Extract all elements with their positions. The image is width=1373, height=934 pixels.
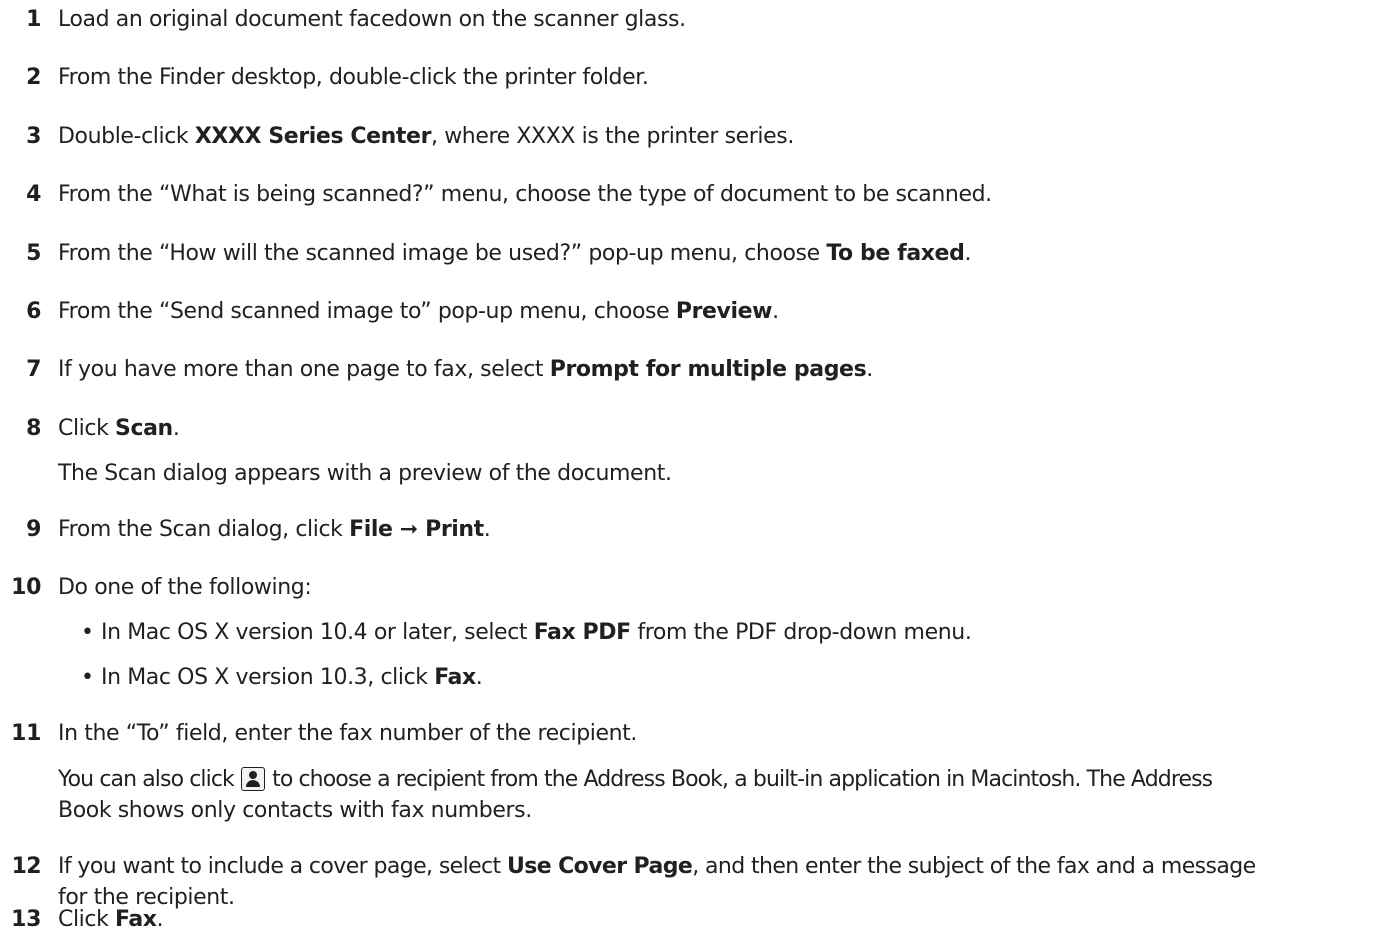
step-number: 9 (26, 517, 41, 542)
step-text: If you want to include a cover page, sel… (58, 853, 1256, 881)
step-text-pre: If you have more than one page to fax, s… (58, 357, 550, 382)
step-text: Load an original document facedown on th… (58, 7, 686, 32)
step-text: Double-click XXXX Series Center, where X… (58, 123, 794, 151)
bullet-text-bold: Fax PDF (533, 620, 631, 645)
step-text-bold: Prompt for multiple pages (549, 357, 867, 382)
step-number: 5 (26, 241, 41, 266)
step-text-post: , where XXXX is the printer series. (431, 124, 794, 149)
step-text-pre: Double-click (58, 124, 195, 149)
step-text: From the “How will the scanned image be … (58, 240, 971, 268)
step-text-post: . (964, 241, 972, 266)
step-number: 2 (26, 65, 41, 90)
step-text-pre: From the “Send scanned image to” pop-up … (58, 299, 676, 324)
step-text: From the Finder desktop, double-click th… (58, 65, 649, 90)
step-text-pre: From the Scan dialog, click (58, 517, 350, 542)
step-number: 1 (26, 7, 41, 32)
step-8-note: The Scan dialog appears with a preview o… (58, 461, 672, 486)
bullet-text-pre: In Mac OS X version 10.4 or later, selec… (101, 620, 534, 645)
bullet-text-post: from the PDF drop-down menu. (630, 620, 972, 645)
step-text-post: , and then enter the subject of the fax … (692, 854, 1256, 879)
step-text-bold: Use Cover Page (506, 854, 693, 879)
bullet-dot: • (81, 665, 94, 690)
step-text-post: . (772, 299, 779, 324)
step-number: 10 (11, 575, 41, 600)
note-text-pre: You can also click (58, 767, 240, 792)
step-text-post: . (483, 517, 491, 542)
step-text-pre: Click (58, 416, 116, 441)
step-text: From the Scan dialog, click File ➞ Print… (58, 516, 491, 544)
bullet-dot: • (81, 620, 94, 645)
step-number: 3 (26, 124, 41, 149)
step-text-pre: From the “How will the scanned image be … (58, 241, 827, 266)
step-text: Do one of the following: (58, 575, 312, 600)
step-number: 12 (11, 854, 42, 879)
step-text: From the “Send scanned image to” pop-up … (58, 298, 779, 326)
step-text-bold: Scan (115, 416, 173, 441)
step-number: 8 (26, 416, 41, 441)
address-book-icon[interactable] (241, 767, 265, 791)
step-text: Click Scan. (58, 415, 180, 443)
step-text-bold: To be faxed (826, 241, 965, 266)
step-text-pre: If you want to include a cover page, sel… (58, 854, 507, 879)
step-text: In the “To” field, enter the fax number … (58, 721, 637, 746)
instruction-document: 1 Load an original document facedown on … (0, 0, 1373, 932)
step-number: 13 (11, 907, 41, 932)
bullet-text-pre: In Mac OS X version 10.3, click (101, 665, 435, 690)
step-text: If you have more than one page to fax, s… (58, 356, 873, 384)
step-number: 11 (11, 721, 41, 746)
step-number: 4 (26, 182, 41, 207)
step-text-bold: XXXX Series Center (194, 124, 432, 149)
step-number: 7 (26, 357, 41, 382)
step-text-post: . (172, 416, 180, 441)
bullet-text-bold: Fax (434, 665, 476, 690)
bullet-text-post: . (475, 665, 483, 690)
step-text: Click Fax. (58, 906, 164, 934)
step-text-bold: Preview (675, 299, 773, 324)
step-text-post: . (866, 357, 873, 382)
bullet-item: • In Mac OS X version 10.4 or later, sel… (81, 619, 972, 647)
step-text-pre: Click (58, 907, 116, 932)
step-11-note: You can also click to choose a recipient… (58, 766, 1213, 794)
step-11-note-line2: Book shows only contacts with fax number… (58, 798, 532, 823)
step-number: 6 (26, 299, 41, 324)
bullet-item: • In Mac OS X version 10.3, click Fax. (81, 664, 483, 692)
step-text-bold: Fax (115, 907, 157, 932)
note-text-post: to choose a recipient from the Address B… (266, 767, 1213, 792)
step-text: From the “What is being scanned?” menu, … (58, 182, 992, 207)
step-text-post: . (156, 907, 164, 932)
step-text-bold: File ➞ Print (349, 517, 484, 542)
